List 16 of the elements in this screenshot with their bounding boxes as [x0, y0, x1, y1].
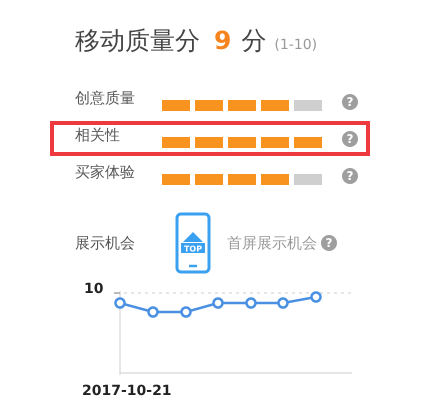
help-icon[interactable]: ?	[342, 130, 358, 146]
axis-label: 2017-10-21	[82, 383, 172, 399]
metric-label: 买家体验	[75, 163, 136, 182]
score-range: (1-10)	[274, 37, 318, 53]
metric-label: 创意质量	[75, 89, 136, 108]
phone-icon: TOP	[175, 212, 211, 274]
metric-label: 相关性	[75, 126, 121, 145]
score-value: 9	[214, 26, 232, 55]
help-icon[interactable]: ?	[342, 168, 358, 184]
help-icon[interactable]: ?	[342, 94, 358, 110]
score-title: 移动质量分	[75, 25, 200, 57]
score-unit: 分	[241, 25, 266, 57]
exposure-value: 首屏展示机会	[227, 234, 317, 252]
axis-label: 10	[84, 281, 104, 297]
help-icon[interactable]: ?	[321, 235, 337, 251]
exposure-label: 展示机会	[75, 234, 136, 252]
